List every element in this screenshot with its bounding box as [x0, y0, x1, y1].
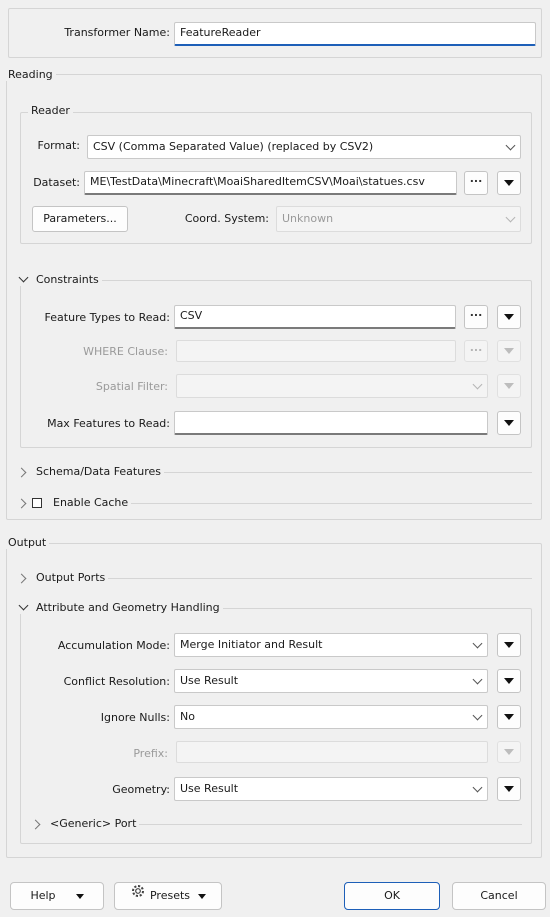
where-clause-menu-button	[497, 340, 521, 362]
constraints-header[interactable]: Constraints	[16, 272, 102, 286]
cancel-button[interactable]: Cancel	[452, 882, 546, 910]
transformer-name-label: Transformer Name:	[64, 26, 170, 39]
chevron-down-icon	[472, 782, 483, 793]
dropdown-triangle-icon	[504, 642, 514, 648]
feature-types-menu-button[interactable]	[497, 305, 521, 329]
conflict-resolution-value: Use Result	[180, 674, 239, 687]
cache-header[interactable]: Enable Cache	[16, 496, 132, 509]
chevron-down-icon	[472, 710, 483, 721]
schema-title: Schema/Data Features	[36, 465, 161, 478]
dropdown-triangle-icon	[198, 893, 207, 899]
presets-gear-icon	[130, 883, 146, 909]
spatial-filter-menu-button	[497, 374, 521, 398]
help-label: Help	[30, 889, 56, 902]
dropdown-triangle-icon	[504, 678, 514, 684]
prefix-menu-button	[497, 741, 521, 763]
where-clause-label: WHERE Clause:	[83, 345, 168, 358]
spatial-filter-combo	[176, 374, 488, 398]
schema-header[interactable]: Schema/Data Features	[16, 465, 164, 478]
conflict-resolution-menu-button[interactable]	[497, 669, 521, 693]
transformer-name-field[interactable]: FeatureReader	[174, 22, 536, 46]
enable-cache-checkbox[interactable]	[32, 498, 42, 508]
max-features-field[interactable]	[174, 411, 488, 435]
dataset-label: Dataset:	[33, 176, 80, 189]
dropdown-triangle-icon	[504, 749, 514, 755]
dataset-menu-button[interactable]	[497, 171, 521, 195]
where-clause-field	[176, 340, 456, 362]
output-title: Output	[5, 536, 50, 549]
accumulation-mode-value: Merge Initiator and Result	[180, 638, 323, 651]
attr-geometry-header[interactable]: Attribute and Geometry Handling	[16, 600, 223, 614]
dropdown-triangle-icon	[504, 348, 514, 354]
spatial-filter-label: Spatial Filter:	[95, 380, 168, 393]
feature-types-field[interactable]: CSV	[174, 305, 456, 329]
parameters-button[interactable]: Parameters...	[32, 206, 128, 232]
constraints-title: Constraints	[36, 273, 99, 286]
dropdown-triangle-icon	[504, 420, 514, 426]
chevron-down-icon	[472, 674, 483, 685]
presets-label: Presets	[149, 889, 191, 902]
feature-types-label: Feature Types to Read:	[44, 311, 170, 324]
prefix-field	[176, 741, 488, 763]
format-label: Format:	[37, 139, 80, 152]
chevron-down-icon	[472, 638, 483, 649]
accumulation-mode-combo[interactable]: Merge Initiator and Result	[174, 633, 488, 657]
format-value: CSV (Comma Separated Value) (replaced by…	[93, 140, 374, 153]
feature-types-browse-button[interactable]: ...	[464, 305, 488, 329]
format-combo[interactable]: CSV (Comma Separated Value) (replaced by…	[87, 135, 521, 159]
geometry-value: Use Result	[180, 782, 239, 795]
dataset-field[interactable]: ME\TestData\Minecraft\MoaiSharedItemCSV\…	[84, 171, 457, 195]
conflict-resolution-combo[interactable]: Use Result	[174, 669, 488, 693]
dropdown-triangle-icon	[75, 893, 84, 899]
dropdown-triangle-icon	[504, 714, 514, 720]
ignore-nulls-value: No	[180, 710, 195, 723]
reading-title: Reading	[5, 68, 56, 81]
ignore-nulls-menu-button[interactable]	[497, 705, 521, 729]
coord-system-combo: Unknown	[276, 206, 521, 232]
geometry-menu-button[interactable]	[497, 777, 521, 801]
chevron-down-icon	[505, 212, 516, 223]
dataset-browse-button[interactable]: ...	[464, 171, 488, 195]
presets-button[interactable]: Presets	[114, 882, 222, 910]
dropdown-triangle-icon	[504, 314, 514, 320]
chevron-down-icon	[472, 379, 483, 390]
ok-button[interactable]: OK	[344, 882, 440, 910]
help-button[interactable]: Help	[10, 882, 104, 910]
generic-port-title: <Generic> Port	[50, 817, 137, 830]
prefix-label: Prefix:	[133, 747, 168, 760]
dropdown-triangle-icon	[504, 180, 514, 186]
where-clause-browse-button: ...	[464, 340, 488, 362]
dropdown-triangle-icon	[504, 383, 514, 389]
generic-port-header[interactable]: <Generic> Port	[30, 817, 140, 830]
max-features-label: Max Features to Read:	[47, 417, 170, 430]
coord-system-value: Unknown	[282, 212, 334, 225]
accumulation-mode-label: Accumulation Mode:	[57, 639, 170, 652]
geometry-label: Geometry:	[112, 783, 170, 796]
conflict-resolution-label: Conflict Resolution:	[63, 675, 170, 688]
reader-title: Reader	[28, 104, 73, 117]
ignore-nulls-combo[interactable]: No	[174, 705, 488, 729]
accumulation-mode-menu-button[interactable]	[497, 633, 521, 657]
output-ports-header[interactable]: Output Ports	[16, 571, 109, 584]
coord-system-label: Coord. System:	[184, 212, 269, 225]
output-ports-title: Output Ports	[36, 571, 106, 584]
geometry-combo[interactable]: Use Result	[174, 777, 488, 801]
ignore-nulls-label: Ignore Nulls:	[100, 711, 170, 724]
max-features-menu-button[interactable]	[497, 411, 521, 435]
dropdown-triangle-icon	[504, 786, 514, 792]
chevron-down-icon	[505, 140, 516, 151]
attr-geometry-title: Attribute and Geometry Handling	[36, 601, 220, 614]
